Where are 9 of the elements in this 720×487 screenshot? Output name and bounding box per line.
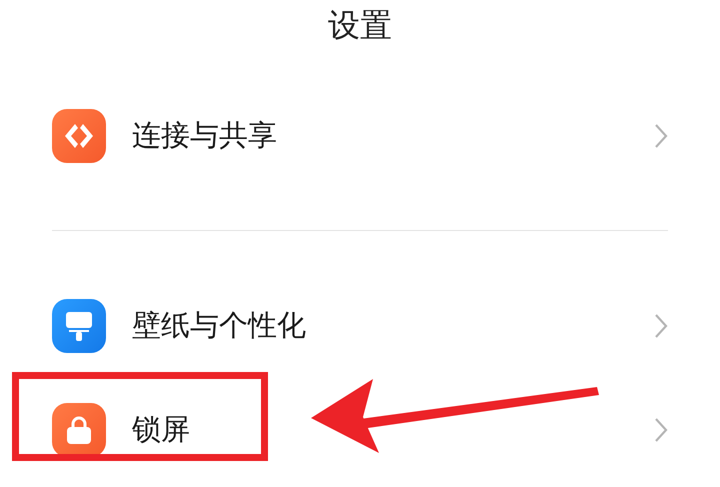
page-title: 设置: [328, 5, 392, 46]
settings-item[interactable]: 壁纸与个性化: [52, 278, 668, 373]
lock-icon: [65, 414, 93, 444]
chevron-right-icon: [654, 122, 668, 148]
brush-icon: [64, 310, 94, 342]
chevron-right-icon: [654, 312, 668, 338]
link-icon: [63, 122, 95, 150]
settings-item[interactable]: 连接与共享: [52, 88, 668, 183]
chevron-right-icon: [654, 416, 668, 442]
